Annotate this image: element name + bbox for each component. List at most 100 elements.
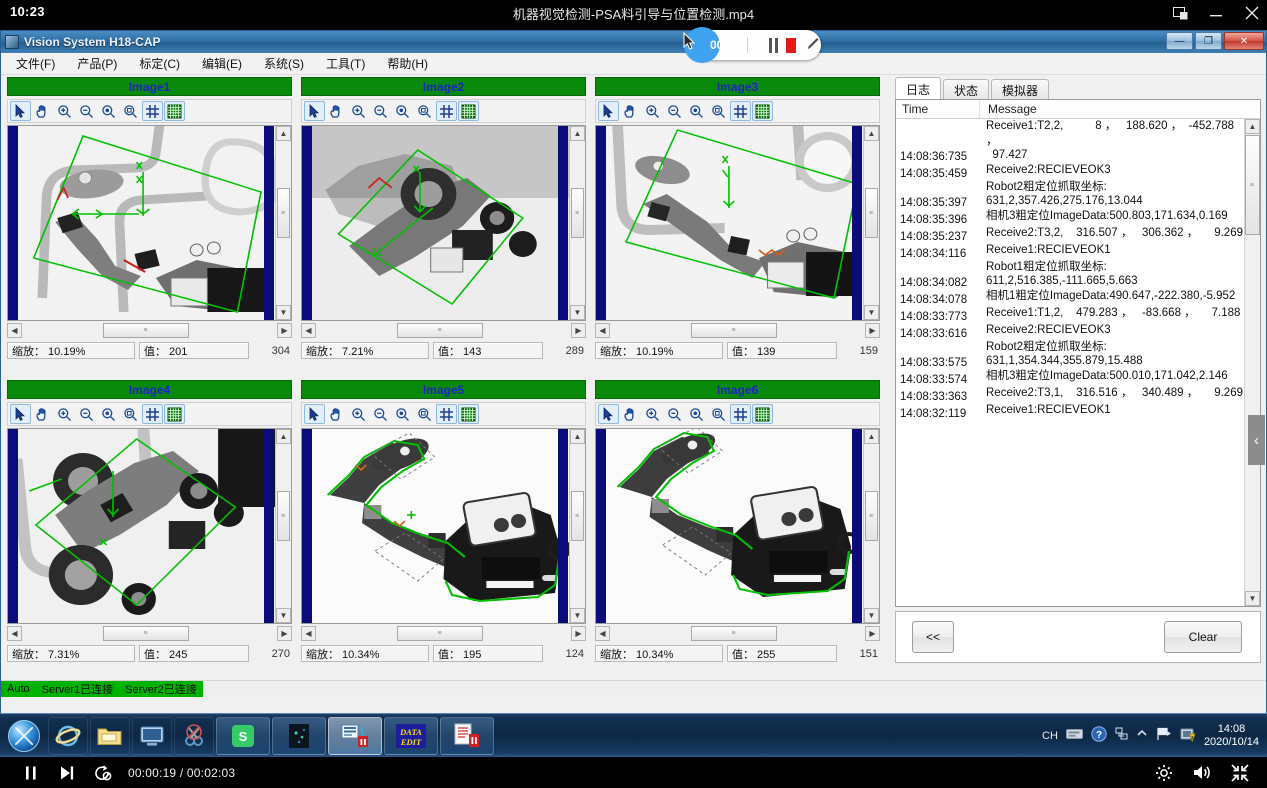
log-row[interactable]: 14:08:33:363 Receive2:T3,1, 316.516 ， 34… — [896, 386, 1244, 403]
internet-explorer-icon[interactable] — [48, 716, 88, 755]
image-scroll-up-1[interactable]: ▲ — [276, 126, 291, 141]
image-scroll-left-1[interactable]: ◀ — [7, 323, 22, 338]
media-center-icon[interactable] — [132, 716, 172, 755]
image-view-2[interactable]: ▲ ≡ ▼ — [301, 125, 586, 321]
image-view-4[interactable]: ▲ ≡ ▼ — [7, 428, 292, 624]
image-view-5[interactable]: ▲ ≡ ▼ — [301, 428, 586, 624]
log-row[interactable]: 14:08:33:574 相机3粗定位ImageData:500.010,171… — [896, 369, 1244, 386]
log-row[interactable]: 14:08:34:116 Receive1:RECIEVEOK1 — [896, 243, 1244, 260]
crosshair-grid-icon[interactable] — [730, 101, 751, 121]
exit-fullscreen-icon[interactable] — [1227, 760, 1253, 786]
tray-input-method[interactable]: CH — [1042, 730, 1058, 742]
image-hscrollbar-3[interactable]: ◀ ≡ ▶ — [595, 323, 880, 338]
zoom-fit-icon[interactable] — [686, 101, 707, 121]
file-explorer-icon[interactable] — [90, 716, 130, 755]
full-grid-icon[interactable] — [458, 101, 479, 121]
snipping-tool-icon[interactable] — [174, 716, 214, 755]
app-close-button[interactable]: ✕ — [1224, 32, 1264, 50]
zoom-out-icon[interactable] — [664, 404, 685, 424]
data-edit-icon[interactable]: DATA EDIT — [384, 716, 438, 755]
menu-item-help[interactable]: 帮助(H) — [376, 53, 439, 74]
select-arrow-icon[interactable] — [10, 404, 31, 424]
image-hscroll-thumb-3[interactable]: ≡ — [691, 323, 777, 338]
image-vscroll-thumb-4[interactable]: ≡ — [277, 491, 290, 541]
zoom-actual-icon[interactable] — [414, 404, 435, 424]
full-grid-icon[interactable] — [164, 404, 185, 424]
image-scroll-left-6[interactable]: ◀ — [595, 626, 610, 641]
image-hscroll-thumb-6[interactable]: ≡ — [691, 626, 777, 641]
zoom-fit-icon[interactable] — [98, 101, 119, 121]
keyboard-icon[interactable] — [1065, 728, 1083, 743]
full-grid-icon[interactable] — [752, 404, 773, 424]
pan-hand-icon[interactable] — [620, 101, 641, 121]
image-scroll-up-4[interactable]: ▲ — [276, 429, 291, 444]
tray-clock[interactable]: 14:08 2020/10/14 — [1204, 723, 1259, 749]
select-arrow-icon[interactable] — [304, 101, 325, 121]
zoom-out-icon[interactable] — [76, 404, 97, 424]
crosshair-grid-icon[interactable] — [436, 101, 457, 121]
log-back-button[interactable]: << — [912, 621, 954, 653]
zoom-in-icon[interactable] — [348, 404, 369, 424]
image-scroll-left-5[interactable]: ◀ — [301, 626, 316, 641]
log-row[interactable]: 14:08:34:082 Robot1粗定位抓取坐标: 611,2,516.38… — [896, 260, 1244, 289]
windows-start-orb-icon[interactable] — [1, 717, 47, 755]
image-scroll-right-1[interactable]: ▶ — [277, 323, 292, 338]
tab-status[interactable]: 状态 — [943, 79, 990, 100]
select-arrow-icon[interactable] — [304, 404, 325, 424]
warning-tray-icon[interactable] — [1180, 727, 1196, 745]
image-scroll-right-3[interactable]: ▶ — [865, 323, 880, 338]
image-scroll-left-4[interactable]: ◀ — [7, 626, 22, 641]
image-hscrollbar-1[interactable]: ◀ ≡ ▶ — [7, 323, 292, 338]
log-row[interactable]: 14:08:33:575 Robot2粗定位抓取坐标: 631,1,354.34… — [896, 340, 1244, 369]
image-view-1[interactable]: ▲ ≡ ▼ — [7, 125, 292, 321]
log-scrollbar[interactable]: ▲ ≡ ▼ — [1244, 119, 1260, 606]
image-vscroll-thumb-6[interactable]: ≡ — [865, 491, 878, 541]
zoom-actual-icon[interactable] — [414, 101, 435, 121]
log-row[interactable]: 14:08:34:078 相机1粗定位ImageData:490.647,-22… — [896, 289, 1244, 306]
loop-disabled-icon[interactable] — [90, 760, 116, 786]
pan-hand-icon[interactable] — [326, 404, 347, 424]
help-icon[interactable]: ? — [1091, 726, 1107, 745]
app-maximize-button[interactable]: ❐ — [1195, 32, 1222, 50]
crosshair-grid-icon[interactable] — [730, 404, 751, 424]
log-scroll-up-button[interactable]: ▲ — [1245, 119, 1260, 134]
tab-log[interactable]: 日志 — [895, 77, 942, 100]
image-scroll-down-5[interactable]: ▼ — [570, 608, 585, 623]
zoom-actual-icon[interactable] — [120, 404, 141, 424]
select-arrow-icon[interactable] — [598, 101, 619, 121]
select-arrow-icon[interactable] — [598, 404, 619, 424]
pan-hand-icon[interactable] — [620, 404, 641, 424]
image-scroll-right-5[interactable]: ▶ — [571, 626, 586, 641]
image-scroll-right-2[interactable]: ▶ — [571, 323, 586, 338]
image-vscroll-thumb-5[interactable]: ≡ — [571, 491, 584, 541]
menu-item-calibration[interactable]: 标定(C) — [128, 53, 191, 74]
log-row[interactable]: 14:08:35:396 相机3粗定位ImageData:500.803,171… — [896, 209, 1244, 226]
zoom-fit-icon[interactable] — [98, 404, 119, 424]
log-row[interactable]: 14:08:33:616 Receive2:RECIEVEOK3 — [896, 323, 1244, 340]
zoom-actual-icon[interactable] — [120, 101, 141, 121]
image-scroll-down-6[interactable]: ▼ — [864, 608, 879, 623]
stop-record-icon[interactable] — [786, 37, 796, 53]
pause-icon[interactable] — [18, 760, 44, 786]
image-vscrollbar-4[interactable]: ▲ ≡ ▼ — [275, 429, 291, 623]
image-vscrollbar-6[interactable]: ▲ ≡ ▼ — [863, 429, 879, 623]
image-scroll-down-1[interactable]: ▼ — [276, 305, 291, 320]
document-app-icon[interactable] — [440, 716, 494, 755]
pan-hand-icon[interactable] — [32, 101, 53, 121]
image-scroll-down-2[interactable]: ▼ — [570, 305, 585, 320]
image-scroll-left-3[interactable]: ◀ — [595, 323, 610, 338]
image-scroll-left-2[interactable]: ◀ — [301, 323, 316, 338]
image-vscrollbar-2[interactable]: ▲ ≡ ▼ — [569, 126, 585, 320]
image-scroll-down-3[interactable]: ▼ — [864, 305, 879, 320]
network-icon[interactable] — [1115, 727, 1128, 744]
pause-icon[interactable] — [769, 37, 779, 53]
settings-gear-icon[interactable] — [1151, 760, 1177, 786]
image-scroll-right-6[interactable]: ▶ — [865, 626, 880, 641]
image-vscroll-thumb-3[interactable]: ≡ — [865, 188, 878, 238]
image-scroll-up-3[interactable]: ▲ — [864, 126, 879, 141]
menu-item-tools[interactable]: 工具(T) — [315, 53, 376, 74]
pan-hand-icon[interactable] — [32, 404, 53, 424]
image-hscroll-thumb-4[interactable]: ≡ — [103, 626, 189, 641]
select-arrow-icon[interactable] — [10, 101, 31, 121]
image-hscrollbar-5[interactable]: ◀ ≡ ▶ — [301, 626, 586, 641]
